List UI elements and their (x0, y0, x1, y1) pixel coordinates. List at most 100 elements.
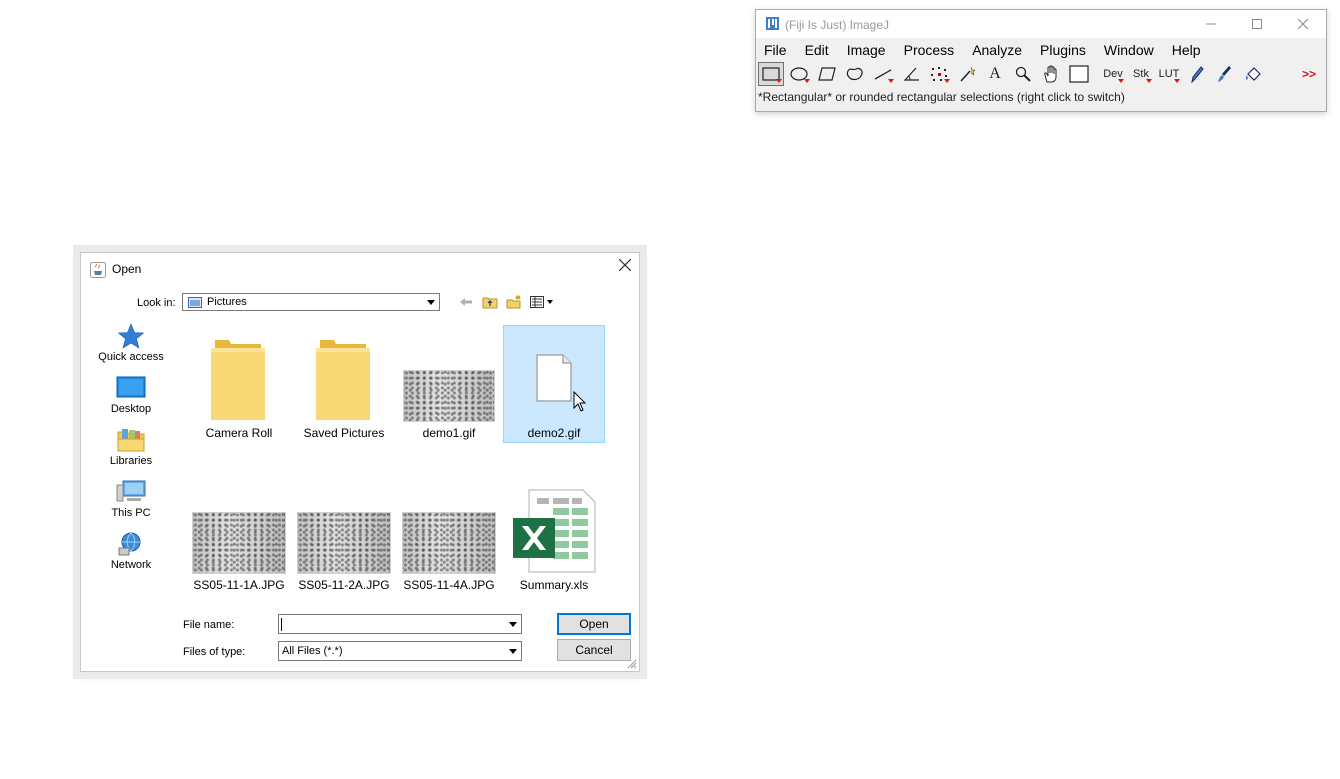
menu-window[interactable]: Window (1104, 42, 1154, 58)
imagej-status-bar: *Rectangular* or rounded rectangular sel… (756, 86, 1326, 108)
menu-edit[interactable]: Edit (805, 42, 829, 58)
open-button[interactable]: Open (557, 613, 631, 635)
dev-tool[interactable]: Dev (1100, 62, 1126, 86)
file-item-demo2[interactable]: demo2.gif (503, 325, 605, 443)
rectangle-tool[interactable] (758, 62, 784, 86)
file-list: Camera Roll Saved Pictures demo1.gif dem… (189, 325, 609, 596)
maximize-icon (1252, 19, 1262, 29)
look-in-value: Pictures (207, 296, 247, 308)
file-item-camera-roll[interactable]: Camera Roll (189, 326, 289, 440)
imagej-toolbar: A Dev Stk LUT >> (756, 62, 1326, 86)
file-name-field-label: File name: (183, 619, 235, 631)
place-libraries[interactable]: Libraries (93, 427, 169, 479)
color-swatch-icon (1069, 65, 1089, 83)
menu-file[interactable]: File (764, 42, 787, 58)
imagej-app-icon (766, 17, 779, 30)
file-name-input[interactable] (278, 614, 522, 634)
back-arrow-icon (460, 298, 472, 306)
menu-image[interactable]: Image (847, 42, 886, 58)
text-tool[interactable]: A (982, 62, 1008, 86)
file-item-ss05-11-4a[interactable]: SS05-11-4A.JPG (399, 478, 499, 592)
pencil-icon (1191, 66, 1204, 83)
polygon-icon (818, 67, 836, 81)
nav-toolbar (457, 294, 555, 310)
line-tool[interactable] (870, 62, 896, 86)
file-name-label: Summary.xls (519, 578, 589, 592)
minimize-button[interactable] (1188, 10, 1234, 38)
pencil-tool[interactable] (1184, 62, 1210, 86)
view-menu-button[interactable] (529, 294, 555, 310)
close-icon (1298, 19, 1308, 29)
menu-help[interactable]: Help (1172, 42, 1201, 58)
cancel-button[interactable]: Cancel (557, 639, 631, 661)
imagej-titlebar[interactable]: (Fiji Is Just) ImageJ (756, 10, 1326, 38)
place-quick-access[interactable]: Quick access (93, 323, 169, 375)
computer-icon (116, 480, 146, 502)
text-caret (281, 618, 282, 631)
angle-tool[interactable] (898, 62, 924, 86)
oval-tool[interactable] (786, 62, 812, 86)
java-icon (90, 262, 106, 278)
place-desktop[interactable]: Desktop (93, 375, 169, 427)
more-tools-button[interactable]: >> (1296, 62, 1322, 86)
close-window-button[interactable] (1280, 10, 1326, 38)
image-thumbnail (403, 370, 495, 422)
brush-tool[interactable] (1212, 62, 1238, 86)
freehand-icon (846, 67, 863, 81)
back-button[interactable] (457, 294, 475, 310)
resize-grip-icon[interactable] (627, 659, 637, 669)
place-this-pc[interactable]: This PC (93, 479, 169, 531)
freehand-tool[interactable] (842, 62, 868, 86)
chevron-down-icon[interactable] (505, 615, 521, 633)
menu-plugins[interactable]: Plugins (1040, 42, 1086, 58)
text-tool-icon: A (989, 65, 1001, 82)
dialog-close-button[interactable] (618, 258, 632, 276)
details-view-icon (530, 296, 553, 308)
angle-icon (903, 67, 919, 81)
stk-tool[interactable]: Stk (1128, 62, 1154, 86)
files-of-type-dropdown[interactable]: All Files (*.*) (278, 641, 522, 661)
file-item-demo1[interactable]: demo1.gif (399, 326, 499, 440)
file-item-ss05-11-2a[interactable]: SS05-11-2A.JPG (294, 478, 394, 592)
hand-tool[interactable] (1038, 62, 1064, 86)
file-name-label: Camera Roll (205, 426, 273, 440)
place-label: Quick access (98, 351, 164, 363)
menu-process[interactable]: Process (904, 42, 955, 58)
polygon-tool[interactable] (814, 62, 840, 86)
empty-tool-slot[interactable] (1268, 62, 1294, 86)
file-name-label: demo1.gif (422, 426, 476, 440)
places-sidebar: Quick access Desktop Libraries This PC N… (93, 323, 169, 583)
place-label: Network (110, 559, 152, 571)
point-tool[interactable] (926, 62, 952, 86)
place-network[interactable]: Network (93, 531, 169, 583)
imagej-menubar: File Edit Image Process Analyze Plugins … (756, 38, 1326, 62)
wand-tool[interactable] (954, 62, 980, 86)
file-item-summary-xls[interactable]: Summary.xls (504, 478, 604, 592)
libraries-icon (117, 429, 145, 452)
menu-analyze[interactable]: Analyze (972, 42, 1022, 58)
look-in-dropdown[interactable]: Pictures (182, 293, 440, 311)
more-tools-label: >> (1301, 67, 1316, 81)
magnifier-icon (1015, 66, 1031, 82)
look-in-label: Look in: (137, 297, 176, 309)
chevron-down-icon[interactable] (423, 294, 439, 310)
dialog-titlebar[interactable]: Open (81, 253, 639, 285)
desktop-icon (116, 376, 146, 398)
new-folder-button[interactable] (505, 294, 523, 310)
place-label: Desktop (110, 403, 152, 415)
excel-file-icon (513, 489, 596, 573)
file-item-ss05-11-1a[interactable]: SS05-11-1A.JPG (189, 478, 289, 592)
file-name-label: SS05-11-2A.JPG (298, 578, 390, 592)
file-item-saved-pictures[interactable]: Saved Pictures (294, 326, 394, 440)
image-thumbnail (297, 512, 391, 574)
folder-icon (211, 340, 265, 420)
lut-tool[interactable]: LUT (1156, 62, 1182, 86)
up-folder-button[interactable] (481, 294, 499, 310)
zoom-tool[interactable] (1010, 62, 1036, 86)
file-name-label: demo2.gif (527, 426, 581, 440)
color-picker-tool[interactable] (1066, 62, 1092, 86)
flood-fill-tool[interactable] (1240, 62, 1266, 86)
maximize-button[interactable] (1234, 10, 1280, 38)
place-label: This PC (111, 507, 151, 519)
chevron-down-icon[interactable] (505, 642, 521, 660)
